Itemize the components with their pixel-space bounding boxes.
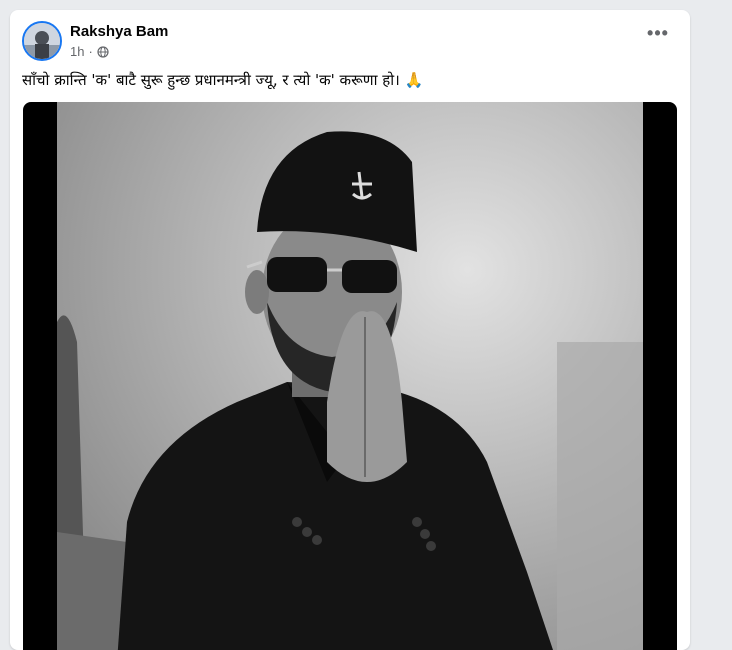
post-header: Rakshya Bam 1h · ••• bbox=[10, 10, 690, 70]
post-time[interactable]: 1h bbox=[70, 44, 84, 59]
post-photo[interactable] bbox=[23, 102, 677, 650]
photo-content bbox=[57, 102, 643, 650]
author-avatar[interactable] bbox=[22, 21, 62, 61]
post-meta: 1h · bbox=[70, 44, 109, 59]
feed-post: Rakshya Bam 1h · ••• साँचो क्रान्ति 'क' … bbox=[10, 10, 690, 650]
globe-icon[interactable] bbox=[97, 45, 109, 58]
post-caption: साँचो क्रान्ति 'क' बाटै सुरू हुन्छ प्रधा… bbox=[22, 71, 424, 89]
photo-of-man-namaste bbox=[57, 102, 643, 650]
more-options-icon[interactable]: ••• bbox=[642, 24, 674, 48]
meta-separator: · bbox=[88, 44, 93, 59]
avatar-image-icon bbox=[24, 23, 60, 59]
author-name[interactable]: Rakshya Bam bbox=[70, 23, 168, 40]
